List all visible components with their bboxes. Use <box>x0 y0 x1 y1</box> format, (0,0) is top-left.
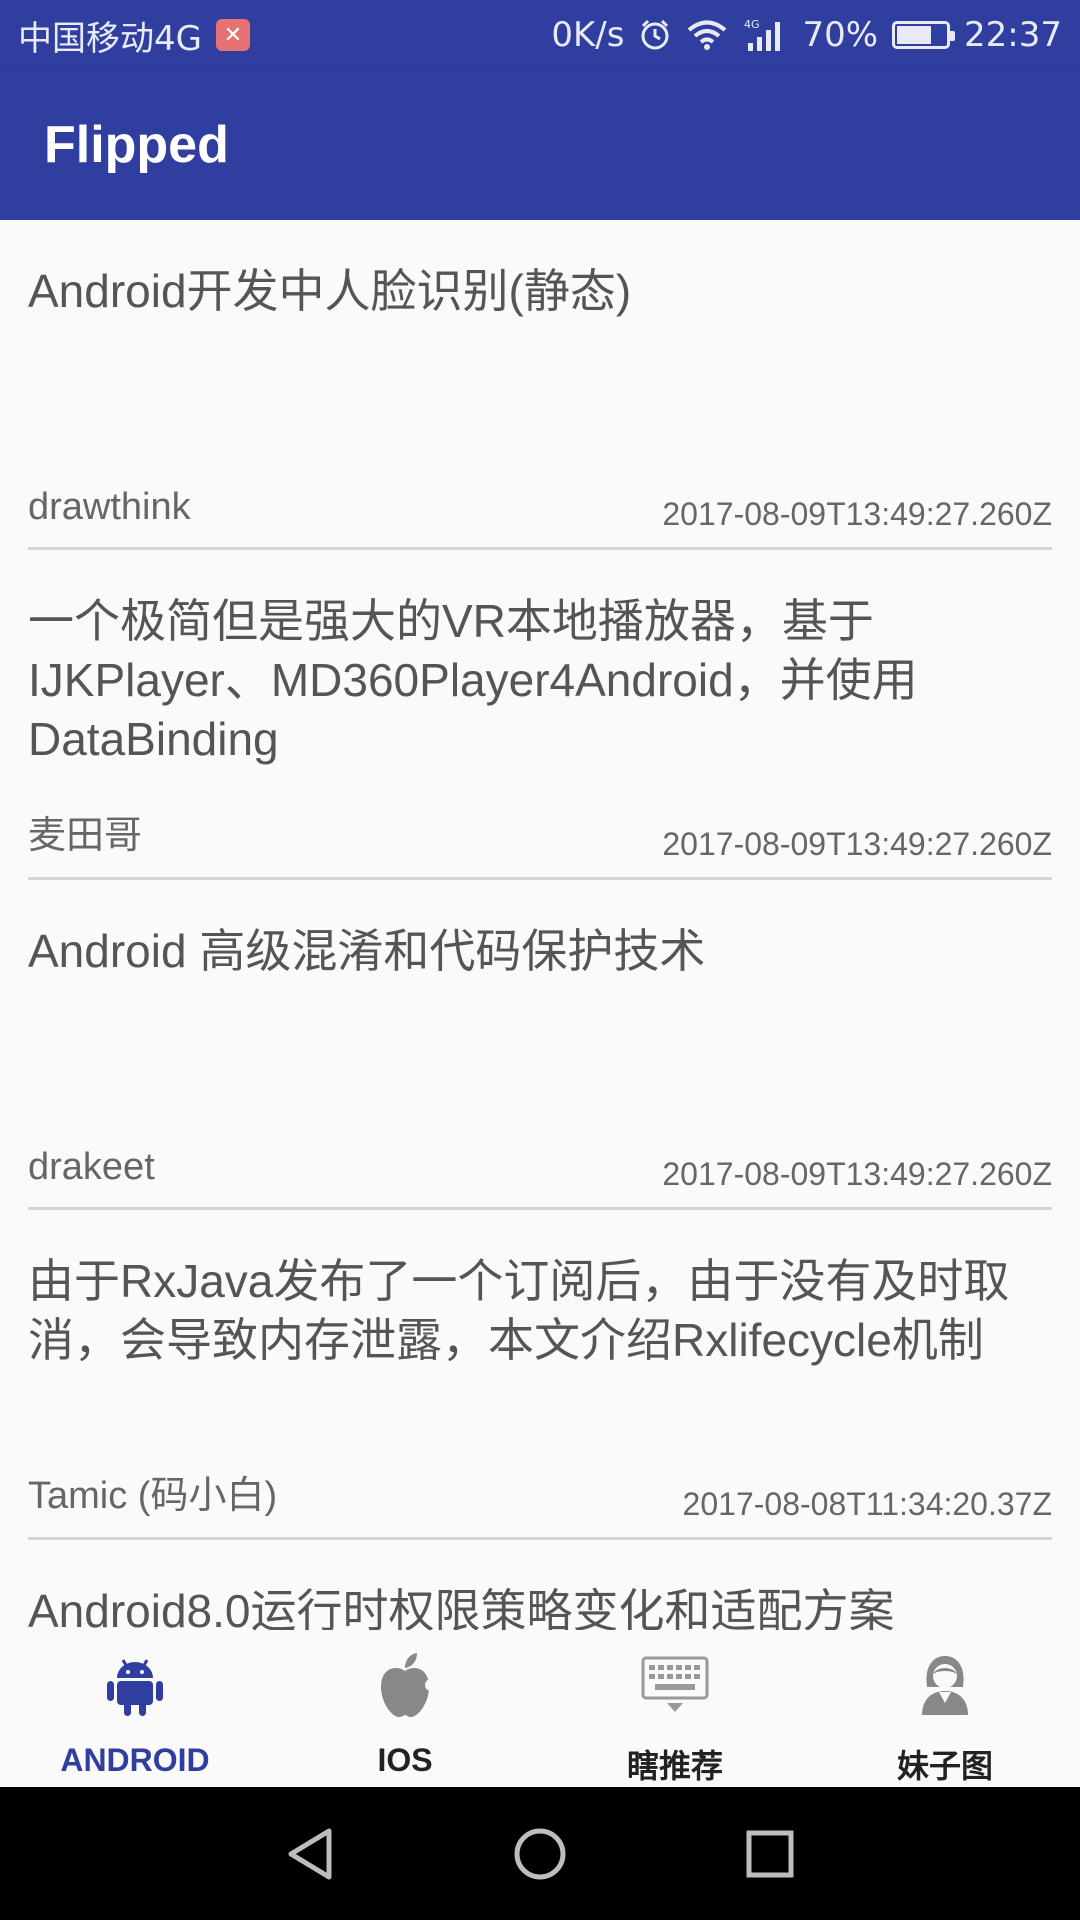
girl-icon <box>910 1650 980 1719</box>
app-bar: Flipped <box>0 70 1080 220</box>
article-list[interactable]: Android开发中人脸识别(静态) drawthink 2017-08-09T… <box>0 220 1080 1630</box>
article-item[interactable]: Android8.0运行时权限策略变化和适配方案 <box>28 1540 1052 1630</box>
carrier-label: 中国移动4G <box>18 18 202 59</box>
article-time: 2017-08-09T13:49:27.260Z <box>662 1156 1052 1192</box>
android-icon <box>100 1650 170 1720</box>
article-author: 麦田哥 <box>28 815 143 857</box>
keyboard-icon <box>640 1650 710 1719</box>
tab-recommend[interactable]: 瞎推荐 <box>540 1630 810 1787</box>
tab-girls[interactable]: 妹子图 <box>810 1630 1080 1787</box>
tab-android[interactable]: ANDROID <box>0 1630 270 1787</box>
article-author: drakeet <box>28 1146 155 1188</box>
clock: 22:37 <box>964 15 1062 55</box>
tab-label: IOS <box>377 1742 433 1778</box>
article-title: Android 高级混淆和代码保护技术 <box>28 925 706 977</box>
status-right: 0K/s 4G 70% 22:37 <box>551 15 1062 55</box>
article-item[interactable]: 由于RxJava发布了一个订阅后，由于没有及时取消，会导致内存泄露，本文介绍Rx… <box>28 1210 1052 1540</box>
tab-label: 妹子图 <box>896 1748 993 1784</box>
article-author: Tamic (码小白) <box>28 1475 278 1517</box>
battery-fill <box>897 26 931 44</box>
back-button[interactable] <box>280 1824 340 1884</box>
wifi-icon <box>686 19 728 51</box>
bottom-nav: ANDROID IOS 瞎推荐 妹子图 <box>0 1630 1080 1787</box>
recents-button[interactable] <box>740 1824 800 1884</box>
alarm-icon <box>638 18 672 52</box>
notification-icon: ✕ <box>215 19 250 51</box>
battery-icon <box>892 21 956 49</box>
article-time: 2017-08-09T13:49:27.260Z <box>662 496 1052 532</box>
battery-percent: 70% <box>802 15 879 55</box>
article-title: Android开发中人脸识别(静态) <box>28 265 632 317</box>
article-item[interactable]: 一个极简但是强大的VR本地播放器，基于IJKPlayer、MD360Player… <box>28 550 1052 880</box>
tab-label: ANDROID <box>60 1742 210 1778</box>
home-button[interactable] <box>510 1824 570 1884</box>
tab-label: 瞎推荐 <box>626 1748 723 1784</box>
signal-icon: 4G <box>742 17 788 53</box>
network-speed: 0K/s <box>551 15 625 55</box>
apple-icon <box>370 1650 440 1720</box>
article-title: 由于RxJava发布了一个订阅后，由于没有及时取消，会导致内存泄露，本文介绍Rx… <box>28 1255 1010 1366</box>
article-title: Android8.0运行时权限策略变化和适配方案 <box>28 1585 895 1630</box>
article-author: drawthink <box>28 486 191 528</box>
app-title: Flipped <box>44 116 229 174</box>
status-bar: 中国移动4G ✕ 0K/s 4G 70% 22:37 <box>0 0 1080 70</box>
article-time: 2017-08-09T13:49:27.260Z <box>662 826 1052 862</box>
network-type: 4G <box>744 18 760 31</box>
article-time: 2017-08-08T11:34:20.37Z <box>682 1486 1052 1522</box>
screen: 中国移动4G ✕ 0K/s 4G 70% 22:37 Flipped Andro… <box>0 0 1080 1920</box>
article-item[interactable]: Android开发中人脸识别(静态) drawthink 2017-08-09T… <box>28 220 1052 550</box>
status-left: 中国移动4G ✕ <box>18 11 250 60</box>
tab-ios[interactable]: IOS <box>270 1630 540 1787</box>
article-item[interactable]: Android 高级混淆和代码保护技术 drakeet 2017-08-09T1… <box>28 880 1052 1210</box>
article-title: 一个极简但是强大的VR本地播放器，基于IJKPlayer、MD360Player… <box>28 595 918 765</box>
system-nav-bar <box>0 1787 1080 1920</box>
